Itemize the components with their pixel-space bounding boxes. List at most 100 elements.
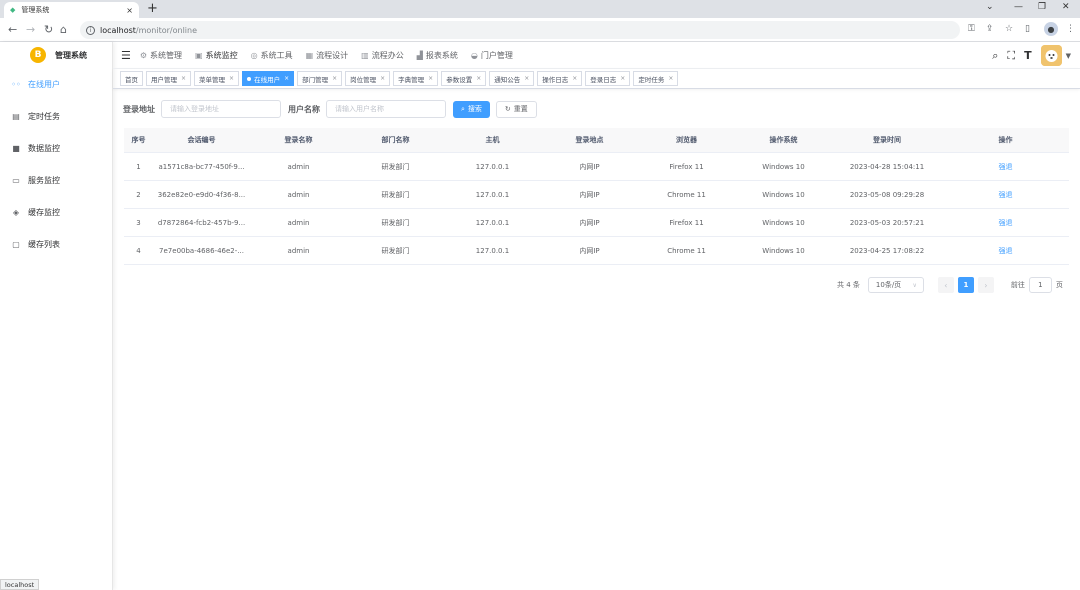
top-menu-report[interactable]: ▟ 报表系统 <box>417 50 458 61</box>
chevron-down-icon[interactable]: ▼ <box>1066 52 1071 60</box>
top-menu-flow-design[interactable]: ▦ 流程设计 <box>306 50 349 61</box>
cell-host: 127.0.0.1 <box>475 190 510 199</box>
url-field[interactable]: i localhost/monitor/online <box>80 21 960 39</box>
cell-username: admin <box>287 246 310 255</box>
sidebar-item-online-users[interactable]: ◦◦ 在线用户 <box>0 68 112 100</box>
close-window-icon[interactable]: ✕ <box>1062 2 1070 12</box>
tag-dict[interactable]: 字典管理 × <box>393 71 439 86</box>
close-icon[interactable]: × <box>476 75 481 82</box>
sidebar-item-label: 数据监控 <box>28 143 60 153</box>
side-panel-icon[interactable]: ▯ <box>1025 24 1030 34</box>
close-icon[interactable]: × <box>284 75 289 82</box>
cell-login-time: 2023-05-08 09:29:28 <box>849 190 925 199</box>
top-menu-tool[interactable]: ◎ 系统工具 <box>251 50 293 61</box>
search-button[interactable]: ⌕ 搜索 <box>453 100 490 118</box>
reload-icon[interactable]: ↻ <box>44 23 53 36</box>
tag-post[interactable]: 岗位管理 × <box>345 71 391 86</box>
top-menu-flow-office[interactable]: ▥ 流程办公 <box>361 50 404 61</box>
share-icon[interactable]: ⇪ <box>986 24 994 34</box>
tag-online[interactable]: 在线用户 × <box>242 71 295 86</box>
tag-config[interactable]: 参数设置 × <box>441 71 487 86</box>
browser-tab[interactable]: ◆ 管理系统 × <box>4 2 139 18</box>
cell-os: Windows 10 <box>762 218 805 227</box>
page-number-button[interactable]: 1 <box>957 277 974 293</box>
hamburger-icon[interactable]: ☰ <box>121 49 131 62</box>
font-size-icon[interactable]: T <box>1024 49 1032 62</box>
tag-logininfor[interactable]: 登录日志 × <box>585 71 631 86</box>
top-menu-monitor[interactable]: ▣ 系统监控 <box>195 50 238 61</box>
sidebar-item-cache-monitor[interactable]: ◈ 缓存监控 <box>0 196 112 228</box>
key-icon[interactable]: ⚿ <box>968 24 975 34</box>
tag-label: 字典管理 <box>398 75 425 84</box>
tag-dept[interactable]: 部门管理 × <box>297 71 343 86</box>
cell-index: 3 <box>136 218 141 227</box>
close-icon[interactable]: × <box>668 75 673 82</box>
prev-page-button[interactable]: ‹ <box>937 277 954 293</box>
ipaddr-label: 登录地址 <box>123 104 155 114</box>
close-icon[interactable]: × <box>572 75 577 82</box>
cell-login-time: 2023-05-03 20:57:21 <box>849 218 925 227</box>
reset-button[interactable]: ↻ 重置 <box>495 100 537 118</box>
next-page-button[interactable]: › <box>977 277 994 293</box>
tag-menu[interactable]: 菜单管理 × <box>194 71 240 86</box>
top-menu-system[interactable]: ⚙ 系统管理 <box>140 50 182 61</box>
sidebar-item-label: 缓存列表 <box>28 239 60 249</box>
tag-job[interactable]: 定时任务 × <box>633 71 679 86</box>
close-icon[interactable]: × <box>181 75 186 82</box>
avatar[interactable] <box>1040 45 1062 66</box>
page-size-select[interactable]: 10条/页 ∨ <box>867 277 924 293</box>
tag-home[interactable]: 首页 <box>120 71 143 86</box>
table-row[interactable]: 3 d7872864-fcb2-457b-9... admin 研发部门 127… <box>124 209 1069 237</box>
tab-search-chevron-icon[interactable]: ⌄ <box>986 2 994 12</box>
force-logout-link[interactable]: 强退 <box>942 190 1069 200</box>
table-row[interactable]: 2 362e82e0-e9d0-4f36-8... admin 研发部门 127… <box>124 181 1069 209</box>
top-menu-portal[interactable]: ◒ 门户管理 <box>471 50 513 61</box>
new-tab-button[interactable]: + <box>147 1 158 16</box>
page-size-value: 10条/页 <box>875 281 902 289</box>
tag-label: 用户管理 <box>151 75 177 84</box>
table-row[interactable]: 4 7e7e00ba-4686-46e2-... admin 研发部门 127.… <box>124 237 1069 265</box>
browser-menu-icon[interactable]: ⋮ <box>1066 24 1075 34</box>
url-path: /monitor/online <box>135 25 198 35</box>
cell-index: 2 <box>136 190 141 199</box>
fullscreen-icon[interactable]: ⛶ <box>1007 49 1015 63</box>
sidebar-item-label: 服务监控 <box>28 175 60 185</box>
close-icon[interactable]: × <box>332 75 337 82</box>
table-row[interactable]: 1 a1571c8a-bc77-450f-9... admin 研发部门 127… <box>124 153 1069 181</box>
close-icon[interactable]: × <box>524 75 529 82</box>
profile-icon[interactable]: ● <box>1044 22 1058 36</box>
sidebar-item-server-monitor[interactable]: ▭ 服务监控 <box>0 164 112 196</box>
site-info-icon[interactable]: i <box>86 25 95 35</box>
tag-label: 岗位管理 <box>350 75 377 84</box>
close-icon[interactable]: × <box>229 75 234 82</box>
tag-label: 定时任务 <box>638 75 665 84</box>
force-logout-link[interactable]: 强退 <box>942 162 1069 172</box>
ipaddr-input[interactable]: 请输入登录地址 <box>161 100 281 118</box>
restore-icon[interactable]: ❐ <box>1038 2 1046 12</box>
force-logout-link[interactable]: 强退 <box>942 218 1069 228</box>
tag-notice[interactable]: 通知公告 × <box>489 71 535 86</box>
sidebar-logo[interactable]: B 管理系统 <box>0 42 112 68</box>
goto-page-input[interactable]: 1 <box>1028 277 1052 293</box>
tag-user[interactable]: 用户管理 × <box>146 71 192 86</box>
username-input[interactable]: 请输入用户名称 <box>326 100 446 118</box>
back-icon[interactable]: ← <box>8 23 17 36</box>
col-header: 主机 <box>485 136 500 144</box>
forward-icon[interactable]: → <box>26 23 35 36</box>
home-icon[interactable]: ⌂ <box>60 23 67 36</box>
status-bar-url: localhost <box>0 579 40 590</box>
cell-token: 7e7e00ba-4686-46e2-... <box>159 246 244 255</box>
sidebar-item-cache-list[interactable]: ▢ 缓存列表 <box>0 228 112 260</box>
col-header: 浏览器 <box>676 136 697 144</box>
sidebar-item-jobs[interactable]: ▤ 定时任务 <box>0 100 112 132</box>
close-icon[interactable]: × <box>428 75 433 82</box>
minimize-icon[interactable]: — <box>1014 2 1023 12</box>
force-logout-link[interactable]: 强退 <box>942 246 1069 256</box>
search-icon[interactable]: ⌕ <box>992 49 998 63</box>
tag-operlog[interactable]: 操作日志 × <box>537 71 583 86</box>
close-icon[interactable]: × <box>380 75 385 82</box>
close-tab-icon[interactable]: × <box>126 6 133 15</box>
close-icon[interactable]: × <box>620 75 625 82</box>
bookmark-star-icon[interactable]: ☆ <box>1005 24 1013 34</box>
sidebar-item-data-monitor[interactable]: ■ 数据监控 <box>0 132 112 164</box>
